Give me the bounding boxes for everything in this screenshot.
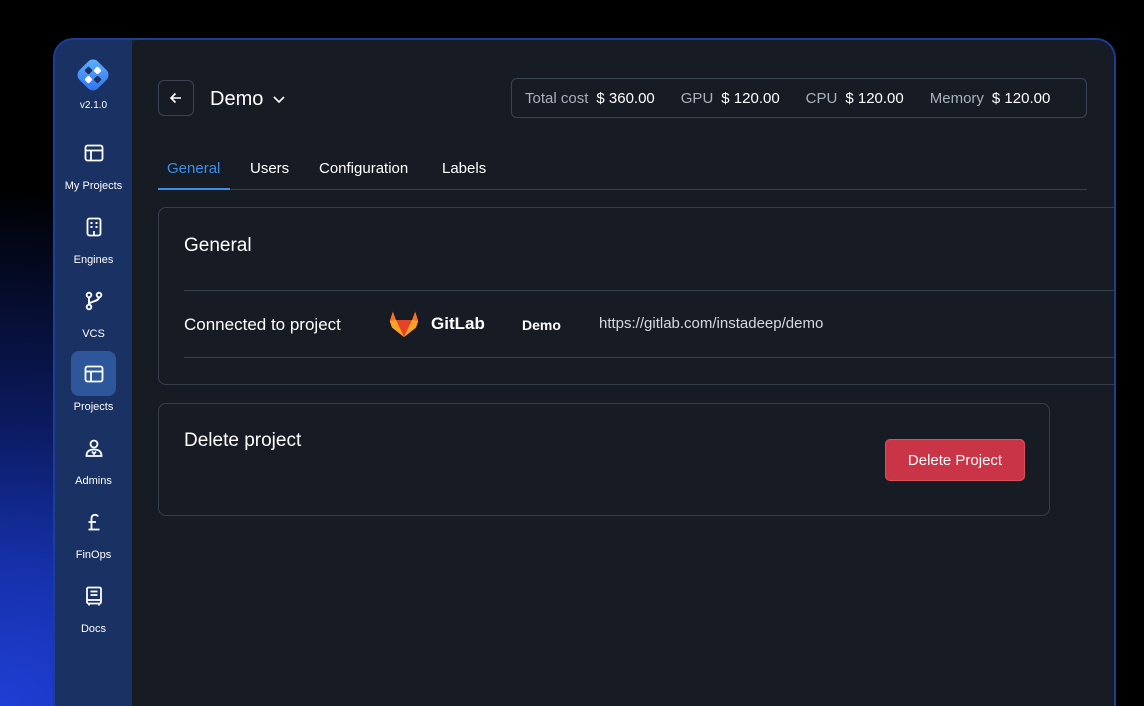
delete-project-button[interactable]: Delete Project [885,439,1025,481]
sidebar-item-label: FinOps [75,549,112,561]
delete-project-card: Delete project Delete Project [158,403,1050,516]
sidebar-item-my-projects[interactable]: My Projects [55,130,132,196]
git-branch-icon [85,291,102,310]
gitlab-icon [389,311,419,337]
sidebar-item-label: My Projects [64,180,123,192]
sidebar-item-label: VCS [82,328,105,340]
general-card: General Connected to project GitLab Demo… [158,207,1114,385]
tab-users[interactable]: Users [250,160,289,190]
total-cost-value: $ 360.00 [596,89,655,107]
tab-bar: General Users Configuration Labels [158,150,1087,190]
sidebar: v2.1.0 My Projects Engines VCS Projects … [55,40,132,706]
pound-icon [88,513,99,530]
general-card-title: General [184,235,252,256]
total-cost-label: Total cost [525,89,589,107]
sidebar-item-label: Docs [80,623,107,635]
memory-cost-label: Memory [929,89,984,107]
repo-name: Demo [522,317,561,333]
chevron-down-icon [273,96,285,104]
cost-summary: Total cost $ 360.00 GPU $ 120.00 CPU $ 1… [511,78,1087,118]
project-name: Demo [210,87,264,110]
connected-label: Connected to project [184,315,341,334]
sidebar-item-admins[interactable]: Admins [55,425,132,491]
main-content: Demo Total cost $ 360.00 GPU $ 120.00 CP… [132,40,1114,706]
divider [184,357,1114,358]
layout-icon [84,144,103,161]
sidebar-item-label: Engines [73,254,114,266]
app-version: v2.1.0 [79,100,108,111]
tab-general[interactable]: General [167,160,220,190]
divider [184,290,1114,291]
gpu-cost-label: GPU [680,89,714,107]
tab-labels[interactable]: Labels [442,160,486,190]
cpu-cost-value: $ 120.00 [845,89,904,107]
sidebar-item-vcs[interactable]: VCS [55,278,132,344]
cpu-cost-label: CPU [805,89,838,107]
building-icon [86,217,101,236]
book-icon [85,586,102,605]
memory-cost-value: $ 120.00 [991,89,1051,107]
sidebar-item-projects[interactable]: Projects [55,351,132,417]
project-selector[interactable]: Demo [210,86,287,112]
active-tab-indicator [158,188,230,190]
sidebar-item-engines[interactable]: Engines [55,204,132,270]
back-button[interactable] [158,80,194,116]
gpu-cost-value: $ 120.00 [721,89,780,107]
layout-icon [84,365,103,382]
delete-card-title: Delete project [184,430,302,451]
sidebar-item-docs[interactable]: Docs [55,573,132,639]
repo-url-link[interactable]: https://gitlab.com/instadeep/demo [599,315,823,332]
arrow-left-icon [169,92,181,104]
app-window: v2.1.0 My Projects Engines VCS Projects … [53,38,1116,706]
sidebar-item-label: Projects [73,401,114,413]
app-logo-icon[interactable] [74,56,112,94]
admin-user-icon [85,439,102,457]
provider-name: GitLab [431,314,485,333]
sidebar-item-label: Admins [75,475,112,487]
sidebar-item-finops[interactable]: FinOps [55,499,132,565]
gitlab-provider: GitLab [389,310,485,338]
tab-configuration[interactable]: Configuration [319,160,408,190]
